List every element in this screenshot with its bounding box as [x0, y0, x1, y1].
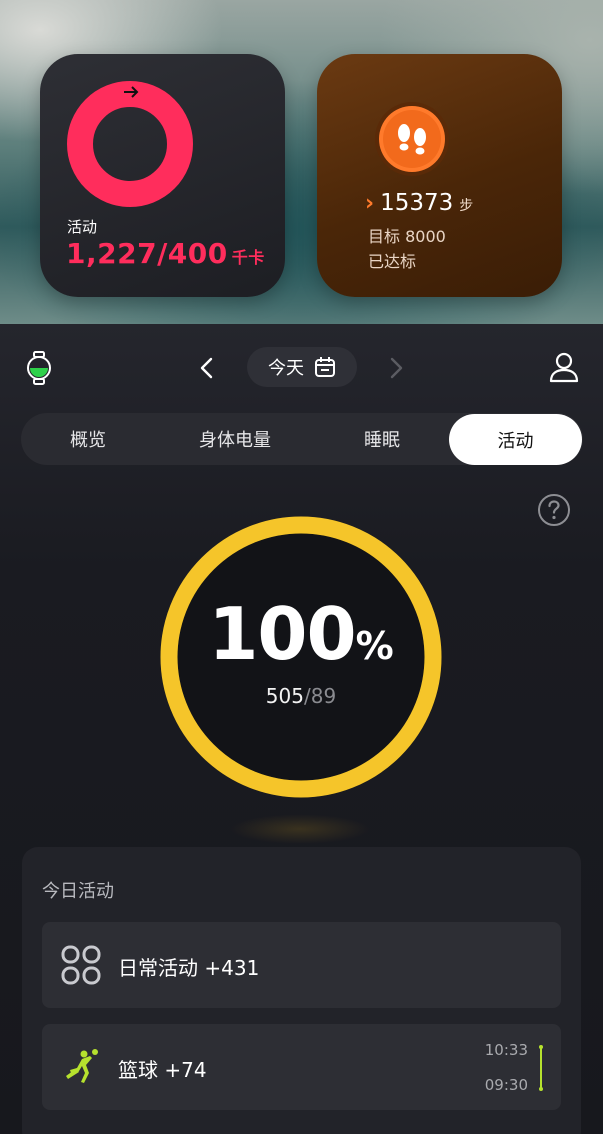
- activity-panel: 今天 概览 身体电量 睡眠 活动 100% 505/89 今日活动 日常活动 +…: [0, 324, 603, 1134]
- ratio-separator: /: [303, 684, 311, 708]
- steps-widget[interactable]: › 15373 步 目标 8000 已达标: [317, 54, 562, 297]
- tab-activity[interactable]: 活动: [449, 414, 582, 465]
- activity-item-daily[interactable]: 日常活动 +431: [42, 922, 561, 1008]
- calendar-icon: [315, 357, 335, 377]
- activity-widget[interactable]: 活动 1,227/400 千卡: [40, 54, 285, 297]
- steps-goal: 目标 8000: [368, 227, 446, 246]
- help-icon[interactable]: [537, 493, 571, 527]
- percent-sign: %: [355, 624, 394, 668]
- ring-glow: [230, 814, 370, 844]
- steps-count: 15373: [380, 190, 454, 216]
- today-activity-card: 今日活动 日常活动 +431 篮球 +74 10:33 09:30: [22, 847, 581, 1134]
- date-selector[interactable]: 今天: [247, 347, 357, 387]
- progress-ratio: 505/89: [158, 684, 444, 708]
- grid-four-icon: [61, 945, 101, 985]
- footprints-icon: [375, 102, 449, 176]
- basketball-end-time: 10:33: [484, 1041, 528, 1059]
- tab-bar: 概览 身体电量 睡眠 活动: [21, 413, 583, 465]
- chevron-right-icon[interactable]: [382, 354, 410, 382]
- watch-icon[interactable]: [26, 351, 52, 385]
- activity-label: 活动: [67, 218, 98, 236]
- activity-calories: 1,227/400: [66, 237, 228, 270]
- activity-unit: 千卡: [231, 248, 265, 267]
- tab-overview[interactable]: 概览: [21, 413, 155, 465]
- time-range-bar: [539, 1045, 543, 1091]
- date-label: 今天: [268, 358, 304, 379]
- steps-unit: 步: [459, 198, 474, 214]
- progress-percent: 100%: [158, 592, 444, 676]
- person-icon[interactable]: [547, 350, 581, 384]
- basketball-label: 篮球 +74: [118, 1058, 207, 1082]
- ratio-goal: 89: [310, 684, 337, 708]
- percent-value: 100: [208, 592, 356, 676]
- ratio-current: 505: [265, 684, 304, 708]
- basketball-player-icon: [66, 1049, 98, 1083]
- daily-activity-label: 日常活动 +431: [118, 956, 260, 980]
- steps-arrow: ›: [365, 191, 375, 216]
- card-title: 今日活动: [42, 881, 114, 902]
- home-wallpaper: 活动 1,227/400 千卡 › 15373 步 目标 8000 已达标: [0, 0, 603, 324]
- steps-status: 已达标: [368, 252, 417, 271]
- activity-value: 1,227/400 千卡: [66, 237, 265, 270]
- activity-item-basketball[interactable]: 篮球 +74 10:33 09:30: [42, 1024, 561, 1110]
- chevron-left-icon[interactable]: [193, 354, 221, 382]
- tab-body-battery[interactable]: 身体电量: [155, 413, 315, 465]
- activity-ring: [67, 81, 193, 207]
- tab-sleep[interactable]: 睡眠: [315, 413, 449, 465]
- steps-count-row: › 15373 步: [365, 190, 473, 216]
- basketball-start-time: 09:30: [484, 1076, 528, 1094]
- top-bar: 今天: [0, 324, 603, 408]
